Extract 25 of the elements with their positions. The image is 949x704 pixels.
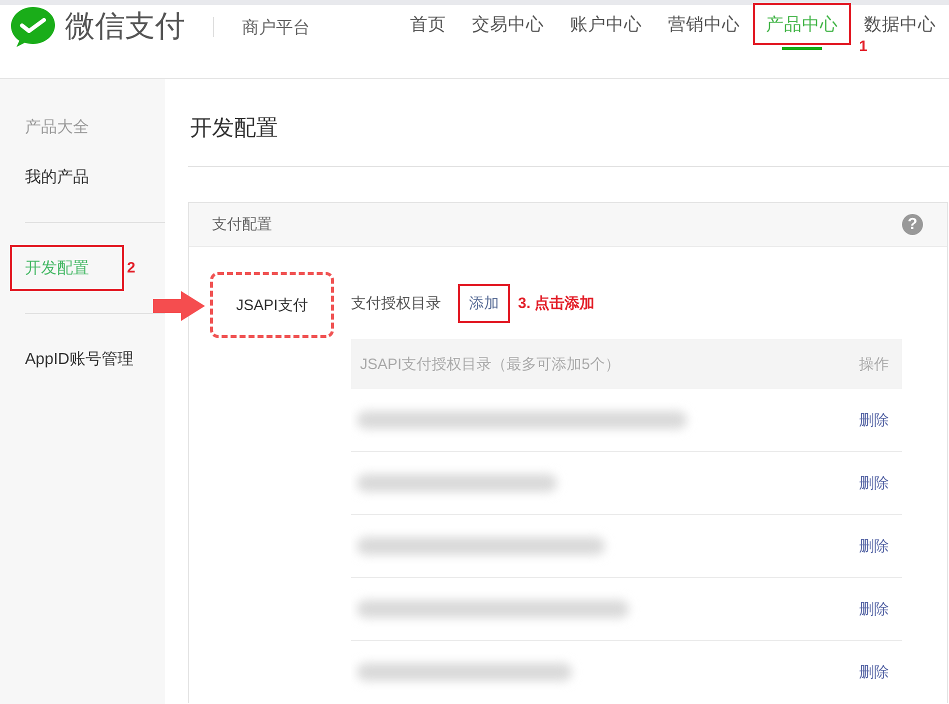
column-header: 操作: [859, 354, 890, 374]
nav-tab[interactable]: 首页: [397, 3, 459, 45]
annotation-label: 1: [859, 39, 868, 55]
sidebar-item[interactable]: 我的产品: [10, 154, 124, 200]
payment-type-tab[interactable]: JSAPI支付: [210, 272, 334, 338]
page-title: 开发配置: [190, 114, 279, 142]
panel-title: 支付配置: [212, 215, 272, 234]
column-header: JSAPI支付授权目录（最多可添加5个）: [359, 354, 620, 374]
nav-tab[interactable]: 营销中心: [655, 3, 753, 45]
nav-tab[interactable]: 交易中心: [459, 3, 557, 45]
section-label: 支付授权目录: [351, 294, 441, 313]
sidebar-item[interactable]: AppID账号管理: [10, 336, 168, 382]
logo-icon: [10, 6, 56, 48]
annotation-label: 2: [127, 260, 136, 276]
delete-link[interactable]: 删除: [859, 536, 889, 556]
platform-subtitle: 商户平台: [242, 16, 310, 38]
add-link[interactable]: 添加: [458, 284, 510, 323]
delete-link[interactable]: 删除: [859, 662, 889, 682]
delete-link[interactable]: 删除: [859, 410, 889, 430]
annotation-label: 3. 点击添加: [518, 294, 595, 313]
brand-name: 微信支付: [65, 9, 185, 45]
delete-link[interactable]: 删除: [859, 474, 889, 492]
delete-link[interactable]: 删除: [859, 600, 889, 618]
nav-tab[interactable]: 账户中心: [557, 3, 655, 45]
help-button[interactable]: ?: [902, 214, 923, 235]
